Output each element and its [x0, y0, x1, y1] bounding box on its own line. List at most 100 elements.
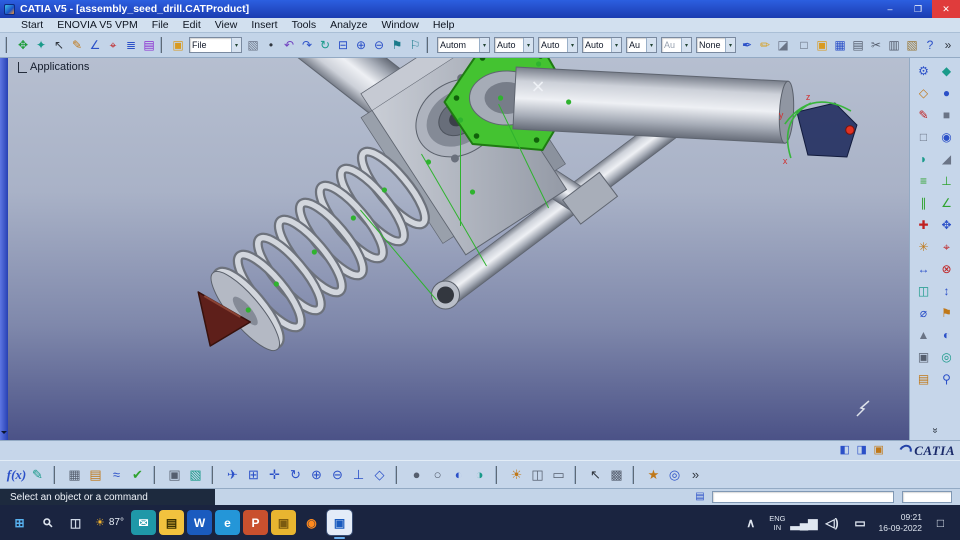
zoom-in-tool-icon[interactable]: ⊕ [352, 36, 370, 54]
weather-widget[interactable]: ☀ 87° [88, 510, 131, 536]
overflow-more-icon[interactable]: » [685, 464, 706, 486]
save-icon[interactable]: ▦ [831, 36, 849, 54]
au-combo-2[interactable]: Au ▾ [661, 37, 692, 53]
weld-feature-icon[interactable]: ▲ [913, 325, 934, 344]
catalog-browser-icon[interactable]: ▤ [913, 369, 934, 388]
start-button[interactable]: ⊞ [7, 510, 32, 535]
render-icon[interactable]: ◎ [936, 347, 957, 366]
flag-outline-icon[interactable]: ⚐ [406, 36, 424, 54]
taskbar-clock[interactable]: 09:21 16-09-2022 [879, 512, 922, 533]
part-icon[interactable]: ◇ [913, 83, 934, 102]
capture-icon[interactable]: ▣ [164, 464, 185, 486]
menu-help[interactable]: Help [426, 19, 462, 31]
zoom-in-icon[interactable]: ⊕ [306, 464, 327, 486]
star-icon[interactable]: ★ [643, 464, 664, 486]
hide-show-icon[interactable]: ◐ [448, 464, 469, 486]
rotate-icon[interactable]: ↻ [285, 464, 306, 486]
snap-icon[interactable]: ⌖ [936, 237, 957, 256]
tree-scrollbar[interactable] [0, 58, 8, 440]
catia-app-icon[interactable]: ▣ [327, 510, 352, 539]
word-app-icon[interactable]: W [187, 510, 212, 535]
open-document-icon[interactable]: ▣ [813, 36, 831, 54]
copy-icon[interactable]: ▥ [885, 36, 903, 54]
language-indicator[interactable]: ENG IN [769, 514, 785, 532]
menu-enovia-v5-vpm[interactable]: ENOVIA V5 VPM [50, 19, 145, 31]
fix-component-icon[interactable]: ✚ [913, 215, 934, 234]
fillet-icon[interactable]: ◗ [913, 149, 934, 168]
zoom-out-tool-icon[interactable]: ⊖ [370, 36, 388, 54]
toolbar-overflow-icon[interactable]: » [930, 428, 941, 434]
close-button[interactable]: ✕ [932, 0, 960, 18]
hole-icon[interactable]: ◉ [936, 127, 957, 146]
contact-constraint-icon[interactable]: ⊥ [936, 171, 957, 190]
print-icon[interactable]: ▤ [849, 36, 867, 54]
depth-effect-icon[interactable]: ◫ [527, 464, 548, 486]
power-input-field[interactable] [712, 491, 894, 503]
pen-style-icon[interactable]: ✒ [738, 36, 756, 54]
menu-analyze[interactable]: Analyze [323, 19, 374, 31]
pocket-icon[interactable]: □ [913, 127, 934, 146]
menu-insert[interactable]: Insert [244, 19, 284, 31]
fx-formula-icon[interactable]: f(x) [6, 464, 27, 486]
compass-icon[interactable]: ✦ [32, 36, 50, 54]
doc-status-icon[interactable]: ▤ [692, 490, 708, 504]
eraser-icon[interactable]: ◪ [774, 36, 792, 54]
search-button[interactable]: ⚲ [30, 505, 65, 540]
notification-icon[interactable]: □ [928, 510, 953, 535]
menu-view[interactable]: View [208, 19, 245, 31]
coincidence-constraint-icon[interactable]: ≡ [913, 171, 934, 190]
volume-icon[interactable]: ◁) [820, 510, 845, 535]
offset-constraint-icon[interactable]: ∥ [913, 193, 934, 212]
measure-icon[interactable]: ∠ [86, 36, 104, 54]
auto-combo-2[interactable]: Auto ▾ [538, 37, 578, 53]
explode-icon[interactable]: ✳ [913, 237, 934, 256]
selection-sets-icon[interactable]: ▩ [606, 464, 627, 486]
comment-icon[interactable]: ✎ [27, 464, 48, 486]
pad-icon[interactable]: ■ [936, 105, 957, 124]
chevron-down-icon[interactable]: ▾ [479, 38, 489, 52]
3d-viewport[interactable]: Applications y z x [8, 58, 909, 440]
menu-edit[interactable]: Edit [176, 19, 208, 31]
body-icon[interactable]: ● [936, 83, 957, 102]
product-structure-icon[interactable]: ⚙ [913, 61, 934, 80]
file-explorer-icon[interactable]: ▤ [159, 510, 184, 535]
fly-mode-icon[interactable]: ✥ [14, 36, 32, 54]
zoom-prev-icon[interactable]: ⊟ [334, 36, 352, 54]
pan-icon[interactable]: ✛ [264, 464, 285, 486]
undo-icon[interactable]: ↶ [280, 36, 298, 54]
powerpoint-app-icon[interactable]: P [243, 510, 268, 535]
au-combo-1[interactable]: Au ▾ [626, 37, 657, 53]
help-icon[interactable]: ? [921, 36, 939, 54]
redo-icon[interactable]: ↷ [298, 36, 316, 54]
chamfer-icon[interactable]: ◢ [936, 149, 957, 168]
menu-start[interactable]: Start [14, 19, 50, 31]
mail-app-icon[interactable]: ✉ [131, 510, 156, 535]
select-tool-icon[interactable]: ↖ [585, 464, 606, 486]
menu-file[interactable]: File [145, 19, 176, 31]
update-icon[interactable]: ↻ [316, 36, 334, 54]
shaded-view-icon[interactable]: ● [406, 464, 427, 486]
manipulate-icon[interactable]: ↔ [913, 259, 934, 278]
sketcher-icon[interactable]: ✎ [913, 105, 934, 124]
media-folder-icon[interactable]: ▣ [271, 510, 296, 535]
file-type-combo[interactable]: File ▾ [189, 37, 242, 53]
toolbar-grip[interactable] [426, 37, 431, 53]
fly-through-icon[interactable]: ✈ [222, 464, 243, 486]
minimize-button[interactable]: – [876, 0, 904, 18]
chevron-down-icon[interactable]: ▾ [646, 38, 656, 52]
camera-icon[interactable]: ▣ [913, 347, 934, 366]
measure-between-icon[interactable]: ⌀ [913, 303, 934, 322]
select-arrow-icon[interactable]: ↖ [50, 36, 68, 54]
edge-app-icon[interactable]: e [215, 510, 240, 535]
clash-icon[interactable]: ⊗ [936, 259, 957, 278]
paste-format-icon[interactable]: ▧ [244, 36, 262, 54]
annotation-icon[interactable]: ⚑ [936, 303, 957, 322]
search-tool-icon[interactable]: ⚲ [936, 369, 957, 388]
spreadsheet-icon[interactable]: ▤ [85, 464, 106, 486]
none-combo[interactable]: None ▾ [696, 37, 736, 53]
light-icon[interactable]: ☀ [506, 464, 527, 486]
component-icon[interactable]: ◆ [936, 61, 957, 80]
chevron-down-icon[interactable]: ▾ [725, 38, 735, 52]
toolbar-options-icon[interactable]: » [939, 36, 957, 54]
chevron-down-icon[interactable]: ▾ [681, 38, 691, 52]
